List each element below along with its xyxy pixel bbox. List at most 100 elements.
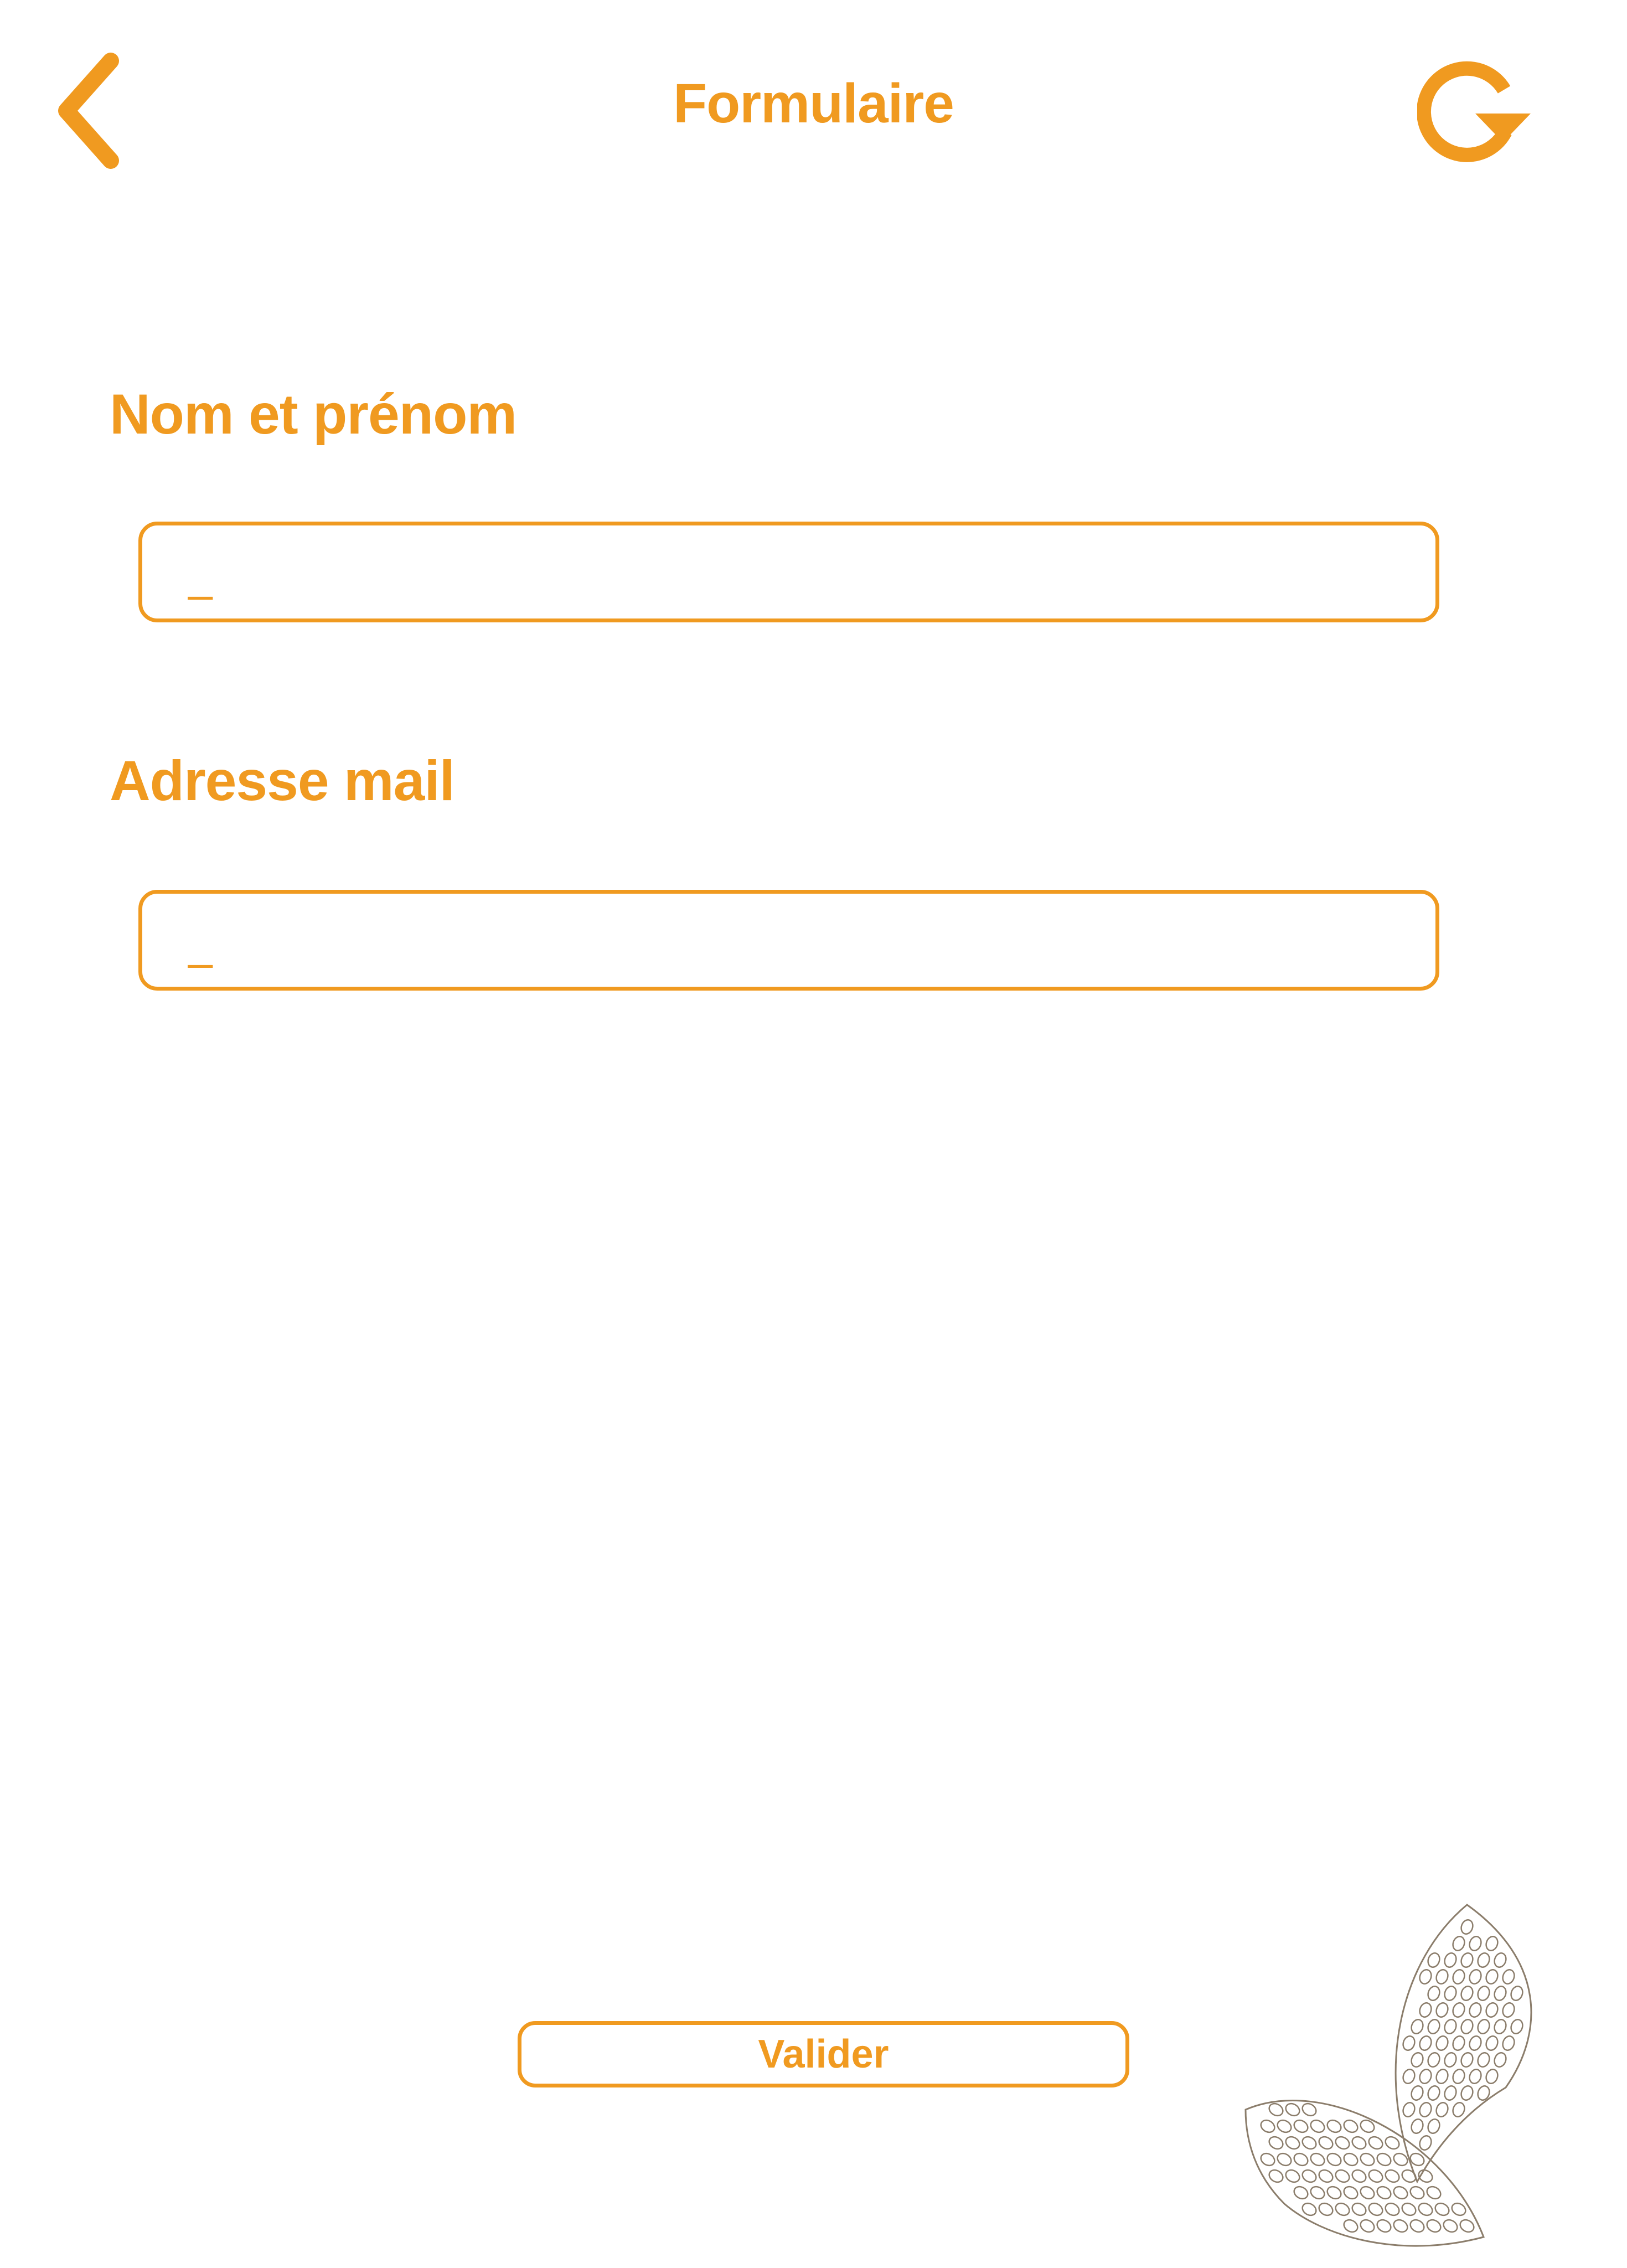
bean-cell <box>1419 2069 1432 2084</box>
bean-cell <box>1385 2169 1400 2183</box>
bean-cell <box>1451 2202 1466 2217</box>
bean-cell <box>1411 2085 1424 2101</box>
bean-cell <box>1360 2152 1375 2167</box>
bean-cell <box>1343 2152 1359 2167</box>
bean-cell <box>1326 2185 1342 2200</box>
bean-cell <box>1343 2219 1359 2233</box>
bean-cell <box>1335 2169 1350 2183</box>
bean-cell <box>1469 2002 1482 2018</box>
bean-cell <box>1452 2102 1465 2117</box>
bean-cell <box>1393 2185 1408 2200</box>
bean-cell <box>1393 2219 1408 2233</box>
bean-cell <box>1452 2069 1465 2084</box>
bean-cell <box>1368 2136 1383 2150</box>
bean-cell <box>1343 2185 1359 2200</box>
bean-cell <box>1460 1919 1474 1935</box>
refresh-icon <box>1416 61 1531 162</box>
bean-cell <box>1485 2035 1499 2051</box>
bean-cell <box>1409 2185 1425 2200</box>
bean-cell <box>1494 2019 1507 2034</box>
bean-cell <box>1351 2202 1367 2217</box>
bean-cell <box>1444 1986 1457 2001</box>
bean-cell <box>1293 2152 1309 2167</box>
bean-cell <box>1427 2118 1440 2134</box>
bean-cell <box>1326 2152 1342 2167</box>
page-title: Formulaire <box>673 73 954 135</box>
bean-cell <box>1268 2136 1284 2150</box>
bean-cell <box>1460 2052 1474 2068</box>
bean-cell <box>1285 2136 1300 2150</box>
bean-cell <box>1293 2119 1309 2133</box>
bean-cell <box>1452 2035 1465 2051</box>
bean-cell <box>1301 2202 1317 2217</box>
email-input[interactable] <box>187 910 1379 978</box>
bean-cell <box>1326 2119 1342 2133</box>
bean-cell <box>1427 1952 1440 1968</box>
bean-cell <box>1460 1986 1474 2001</box>
bean-cell <box>1411 2052 1424 2068</box>
bean-cell <box>1277 2152 1292 2167</box>
bean-cell <box>1452 1969 1465 1984</box>
submit-button[interactable]: Valider <box>518 2021 1129 2087</box>
bean-cell <box>1360 2185 1375 2200</box>
bean-cell <box>1435 2069 1449 2084</box>
bean-cell <box>1477 1952 1490 1968</box>
refresh-button[interactable] <box>1416 58 1550 169</box>
bean-cell <box>1376 2219 1392 2233</box>
bean-cell <box>1444 2052 1457 2068</box>
bean-cell <box>1469 1936 1482 1951</box>
bean-cell <box>1419 1969 1432 1984</box>
bean-cell <box>1310 2119 1325 2133</box>
bean-cell <box>1418 2202 1433 2217</box>
bean-cell <box>1435 1969 1449 1984</box>
bean-cell <box>1485 2069 1499 2084</box>
bean-cell <box>1301 2136 1317 2150</box>
bean-cell <box>1485 2002 1499 2018</box>
bean-cell <box>1485 1969 1499 1984</box>
bean-cell <box>1402 2102 1416 2117</box>
bean-cell <box>1411 2019 1424 2034</box>
bean-cell <box>1376 2152 1392 2167</box>
bean-cell <box>1435 2002 1449 2018</box>
bean-cell <box>1510 1986 1523 2001</box>
bean-cell <box>1368 2202 1383 2217</box>
bean-cell <box>1494 2052 1507 2068</box>
bean-cell <box>1452 2002 1465 2018</box>
bean-cell <box>1427 2052 1440 2068</box>
name-input[interactable] <box>187 542 1379 610</box>
bean-cell <box>1351 2136 1367 2150</box>
bean-cell <box>1385 2202 1400 2217</box>
bean-cell <box>1401 2202 1417 2217</box>
bean-cell <box>1419 2135 1432 2151</box>
bean-cell <box>1318 2136 1334 2150</box>
bean-cell <box>1426 2219 1442 2233</box>
bean-cell <box>1477 2019 1490 2034</box>
bean-cell <box>1427 2085 1440 2101</box>
bean-cell <box>1318 2202 1334 2217</box>
bean-cell <box>1301 2169 1317 2183</box>
bean-cell <box>1459 2219 1475 2233</box>
bean-cell <box>1310 2152 1325 2167</box>
email-label: Adresse mail <box>110 749 455 812</box>
bean-cell <box>1419 2002 1432 2018</box>
bean-cell <box>1260 2152 1275 2167</box>
bean-cell <box>1419 2102 1432 2117</box>
bean-cell <box>1510 2019 1523 2034</box>
bean-cell <box>1368 2169 1383 2183</box>
bean-cell <box>1469 1969 1482 1984</box>
bean-cell <box>1435 2035 1449 2051</box>
bean-cell <box>1260 2119 1275 2133</box>
bean-cell <box>1443 2219 1458 2233</box>
bean-cell <box>1360 2219 1375 2233</box>
email-field[interactable] <box>138 890 1439 991</box>
bean-cell <box>1335 2136 1350 2150</box>
bean-cell <box>1477 2052 1490 2068</box>
cocoa-beans-icon <box>1244 1904 1532 2247</box>
name-field[interactable] <box>138 522 1439 622</box>
bean-cell <box>1343 2119 1359 2133</box>
bean-cell <box>1402 2069 1416 2084</box>
bean-cell <box>1301 2102 1317 2117</box>
bean-cell <box>1351 2169 1367 2183</box>
bean-cell <box>1444 1952 1457 1968</box>
bean-cell <box>1277 2119 1292 2133</box>
